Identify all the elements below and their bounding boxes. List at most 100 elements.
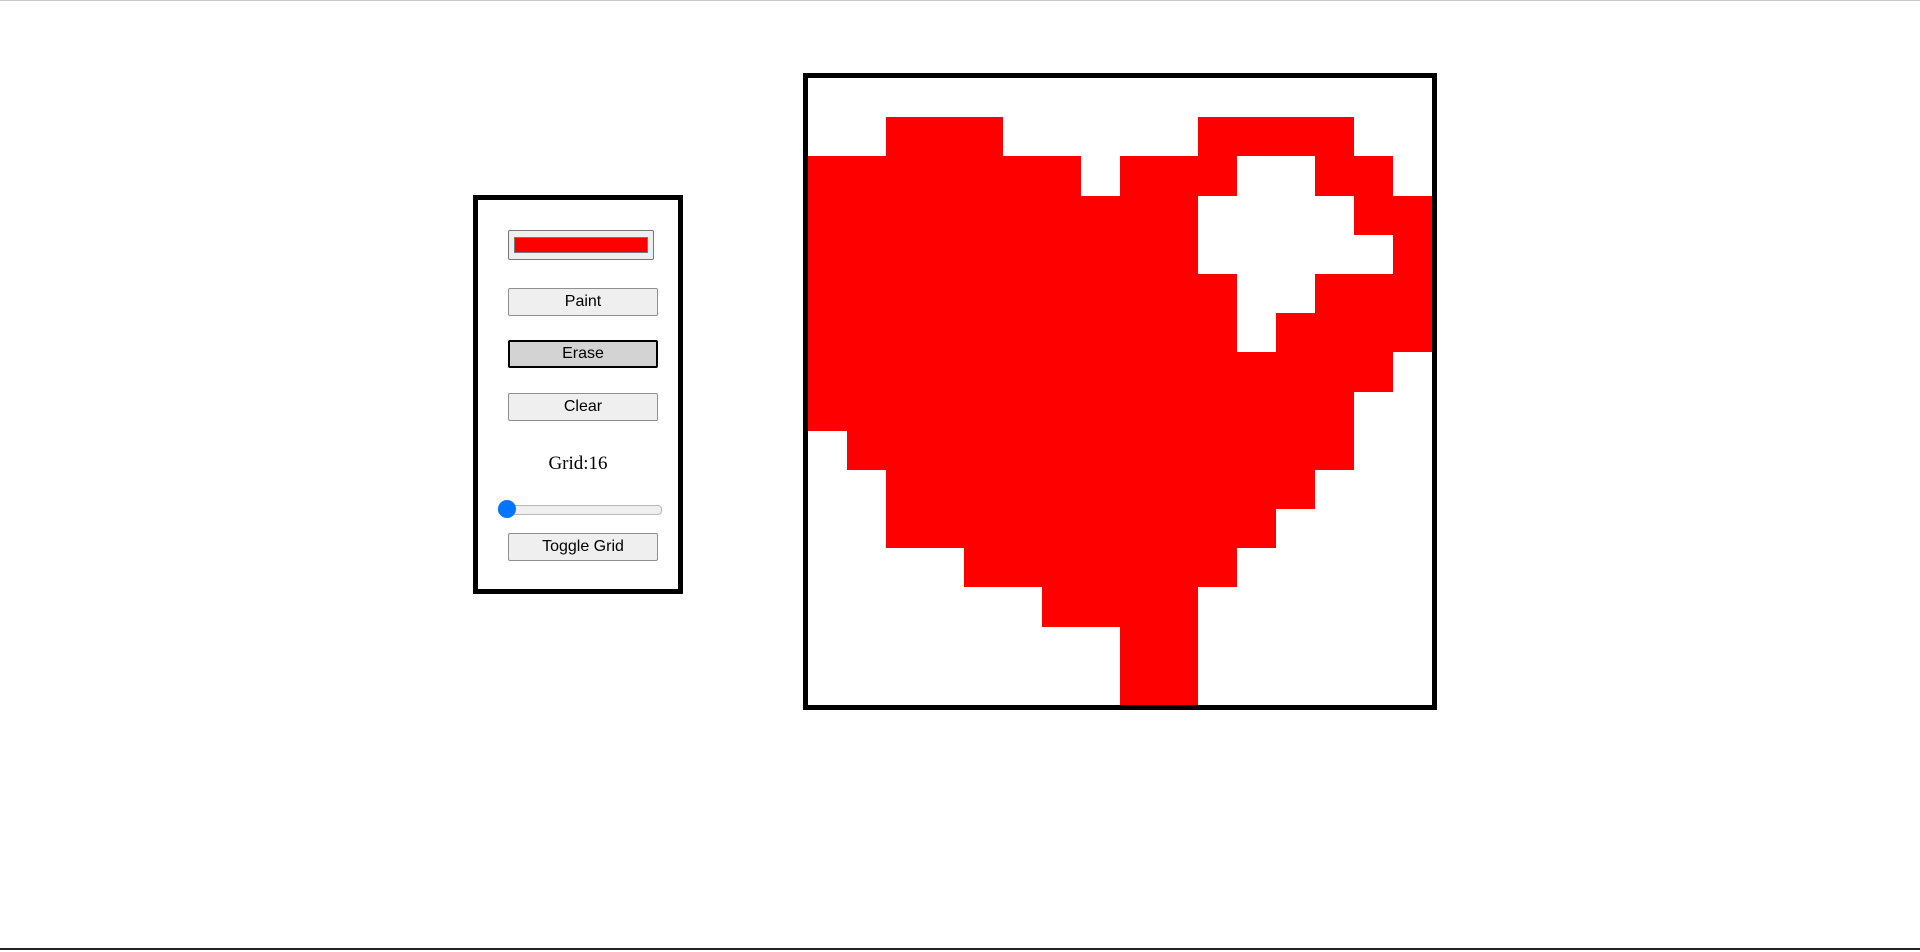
canvas-cell[interactable] [1198, 78, 1237, 118]
canvas-cell[interactable] [964, 313, 1003, 353]
canvas-cell[interactable] [964, 195, 1003, 235]
canvas-cell[interactable] [808, 430, 847, 470]
canvas-cell[interactable] [1354, 509, 1393, 549]
canvas-cell[interactable] [1315, 626, 1354, 666]
canvas-cell[interactable] [1042, 391, 1081, 431]
canvas-cell[interactable] [1120, 430, 1159, 470]
slider-thumb[interactable] [498, 500, 516, 518]
drawing-canvas[interactable] [808, 78, 1432, 705]
canvas-cell[interactable] [886, 430, 925, 470]
canvas-cell[interactable] [808, 234, 847, 274]
canvas-cell[interactable] [1198, 117, 1237, 157]
canvas-cell[interactable] [1120, 313, 1159, 353]
canvas-cell[interactable] [925, 391, 964, 431]
canvas-cell[interactable] [1393, 352, 1432, 392]
canvas-cell[interactable] [925, 156, 964, 196]
canvas-cell[interactable] [1081, 391, 1120, 431]
canvas-cell[interactable] [1315, 195, 1354, 235]
canvas-cell[interactable] [1354, 548, 1393, 588]
canvas-cell[interactable] [1237, 352, 1276, 392]
canvas-cell[interactable] [964, 548, 1003, 588]
canvas-cell[interactable] [1198, 273, 1237, 314]
canvas-cell[interactable] [847, 626, 886, 666]
canvas-cell[interactable] [808, 352, 847, 392]
canvas-cell[interactable] [925, 548, 964, 588]
canvas-cell[interactable] [1159, 273, 1198, 314]
canvas-cell[interactable] [1276, 469, 1315, 510]
canvas-cell[interactable] [1042, 469, 1081, 510]
canvas-cell[interactable] [1315, 156, 1354, 196]
canvas-cell[interactable] [1081, 195, 1120, 235]
canvas-cell[interactable] [1120, 469, 1159, 510]
canvas-cell[interactable] [925, 352, 964, 392]
canvas-cell[interactable] [1120, 391, 1159, 431]
canvas-cell[interactable] [1315, 234, 1354, 274]
canvas-cell[interactable] [1159, 548, 1198, 588]
canvas-cell[interactable] [1354, 469, 1393, 510]
canvas-cell[interactable] [1042, 273, 1081, 314]
canvas-cell[interactable] [1393, 117, 1432, 157]
canvas-cell[interactable] [1237, 78, 1276, 118]
clear-button[interactable]: Clear [508, 393, 658, 421]
canvas-cell[interactable] [1237, 117, 1276, 157]
canvas-cell[interactable] [1042, 626, 1081, 666]
canvas-cell[interactable] [964, 273, 1003, 314]
canvas-cell[interactable] [1159, 313, 1198, 353]
canvas-cell[interactable] [1198, 548, 1237, 588]
canvas-cell[interactable] [1198, 391, 1237, 431]
grid-size-slider[interactable] [498, 500, 662, 518]
canvas-cell[interactable] [925, 509, 964, 549]
canvas-cell[interactable] [1198, 156, 1237, 196]
canvas-cell[interactable] [1393, 156, 1432, 196]
canvas-cell[interactable] [1003, 587, 1042, 627]
canvas-cell[interactable] [964, 509, 1003, 549]
canvas-cell[interactable] [1198, 352, 1237, 392]
canvas-cell[interactable] [886, 78, 925, 118]
canvas-cell[interactable] [925, 195, 964, 235]
canvas-cell[interactable] [1003, 548, 1042, 588]
canvas-cell[interactable] [1042, 156, 1081, 196]
canvas-cell[interactable] [964, 78, 1003, 118]
canvas-cell[interactable] [847, 273, 886, 314]
canvas-cell[interactable] [1315, 391, 1354, 431]
canvas-cell[interactable] [1042, 78, 1081, 118]
canvas-cell[interactable] [925, 430, 964, 470]
canvas-cell[interactable] [1315, 587, 1354, 627]
canvas-cell[interactable] [847, 469, 886, 510]
canvas-cell[interactable] [1003, 78, 1042, 118]
canvas-cell[interactable] [1198, 234, 1237, 274]
canvas-cell[interactable] [1393, 469, 1432, 510]
canvas-cell[interactable] [1393, 665, 1432, 705]
canvas-cell[interactable] [1003, 391, 1042, 431]
canvas-cell[interactable] [1003, 430, 1042, 470]
canvas-cell[interactable] [847, 665, 886, 705]
canvas-cell[interactable] [1354, 117, 1393, 157]
canvas-cell[interactable] [808, 78, 847, 118]
canvas-cell[interactable] [1042, 195, 1081, 235]
canvas-cell[interactable] [1159, 391, 1198, 431]
canvas-cell[interactable] [1159, 626, 1198, 666]
canvas-cell[interactable] [925, 273, 964, 314]
canvas-cell[interactable] [1081, 234, 1120, 274]
canvas-cell[interactable] [1081, 587, 1120, 627]
canvas-cell[interactable] [1276, 78, 1315, 118]
canvas-cell[interactable] [886, 234, 925, 274]
canvas-cell[interactable] [1276, 665, 1315, 705]
canvas-cell[interactable] [1354, 273, 1393, 314]
canvas-cell[interactable] [886, 391, 925, 431]
canvas-cell[interactable] [1003, 469, 1042, 510]
canvas-cell[interactable] [1237, 156, 1276, 196]
canvas-cell[interactable] [1003, 117, 1042, 157]
canvas-cell[interactable] [847, 587, 886, 627]
canvas-cell[interactable] [964, 117, 1003, 157]
canvas-cell[interactable] [1393, 234, 1432, 274]
canvas-cell[interactable] [1198, 469, 1237, 510]
canvas-cell[interactable] [1276, 352, 1315, 392]
canvas-cell[interactable] [1276, 156, 1315, 196]
canvas-cell[interactable] [1237, 665, 1276, 705]
canvas-cell[interactable] [964, 587, 1003, 627]
canvas-cell[interactable] [964, 156, 1003, 196]
canvas-cell[interactable] [1276, 391, 1315, 431]
paint-button[interactable]: Paint [508, 288, 658, 316]
canvas-cell[interactable] [1120, 626, 1159, 666]
